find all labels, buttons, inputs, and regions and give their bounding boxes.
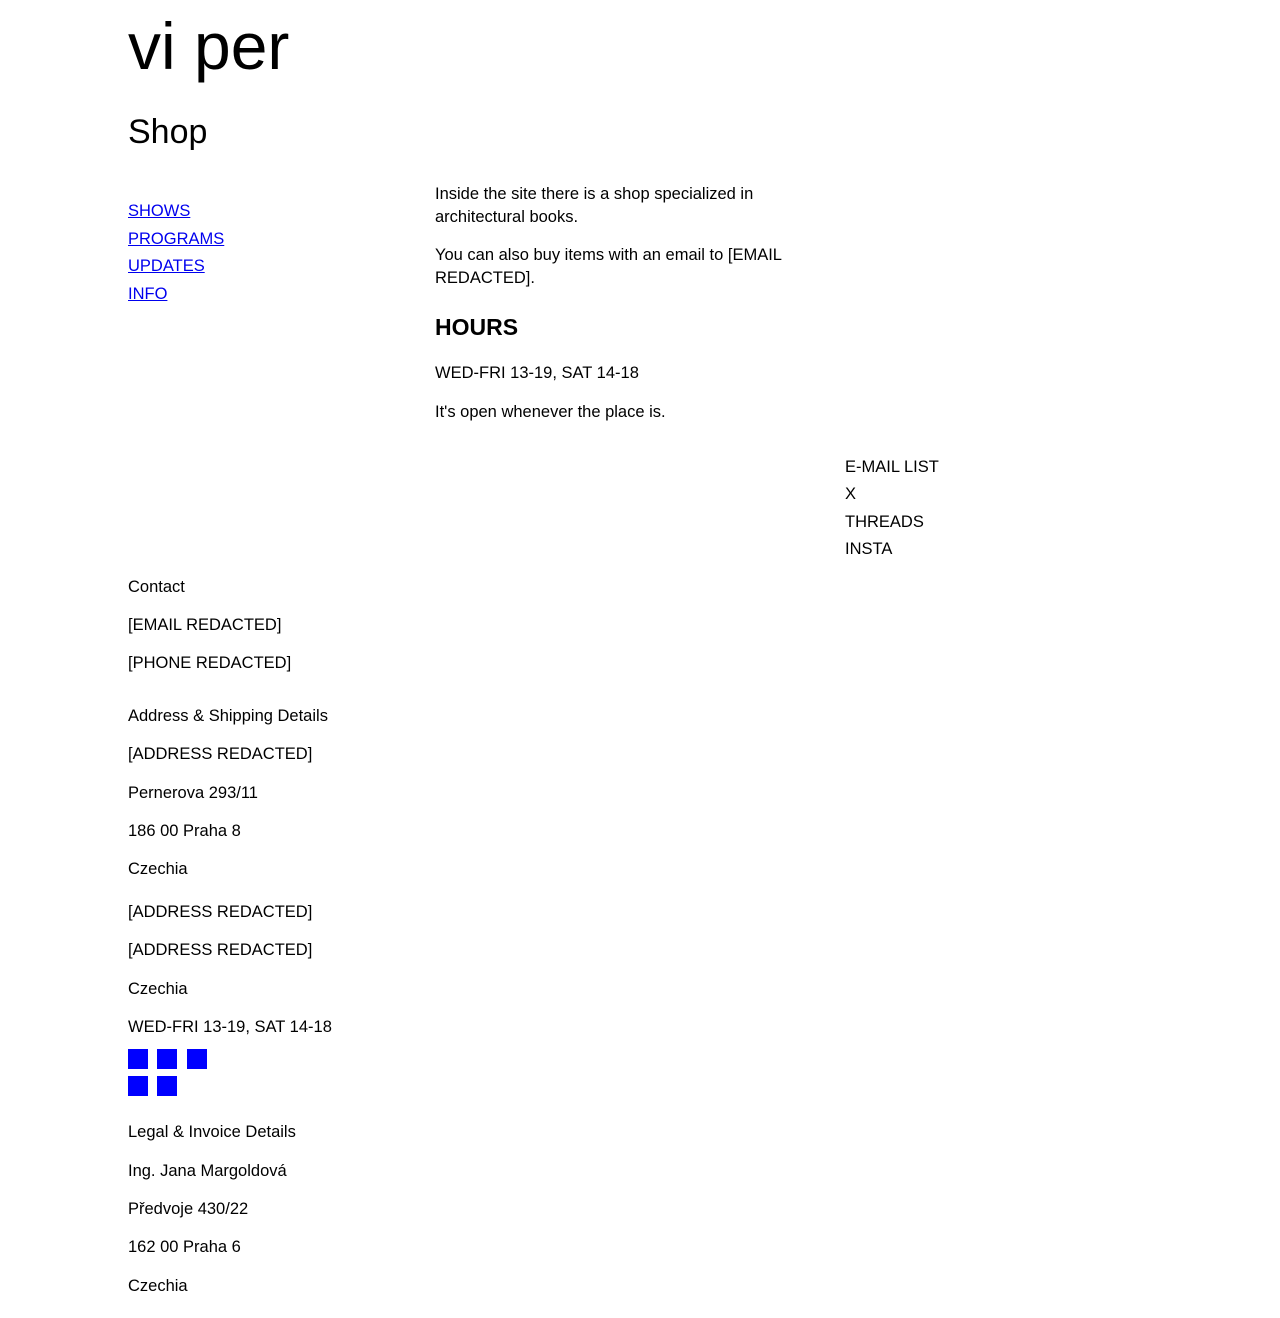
address-line: Pernerova 293/11: [128, 784, 258, 802]
nav-link-programs[interactable]: PROGRAMS: [128, 226, 224, 254]
site-logo[interactable]: vi per: [128, 8, 289, 84]
shop-description: Inside the site there is a shop speciali…: [435, 185, 754, 226]
email-purchase-note: You can also buy items with an email to …: [435, 246, 782, 287]
legal-city: 162 00 Praha 6: [128, 1238, 241, 1256]
blue-square: [187, 1049, 207, 1069]
threads-link[interactable]: THREADS: [845, 509, 939, 536]
address-line: 186 00 Praha 8: [128, 822, 241, 840]
address-line: [ADDRESS REDACTED]: [128, 941, 313, 959]
page-title: Shop: [128, 113, 208, 151]
email-list-link[interactable]: E-MAIL LIST: [845, 454, 939, 481]
insta-link[interactable]: INSTA: [845, 536, 939, 563]
blue-square: [128, 1076, 148, 1096]
legal-name: Ing. Jana Margoldová: [128, 1162, 287, 1180]
nav-link-info[interactable]: INFO: [128, 281, 224, 309]
nav-link-shows[interactable]: SHOWS: [128, 198, 224, 226]
legal-country: Czechia: [128, 1277, 188, 1295]
address-line: [ADDRESS REDACTED]: [128, 745, 313, 763]
nav-link-updates[interactable]: UPDATES: [128, 253, 224, 281]
legal-heading: Legal & Invoice Details: [128, 1123, 296, 1141]
footer-hours: WED-FRI 13-19, SAT 14-18: [128, 1018, 332, 1036]
legal-street: Předvoje 430/22: [128, 1200, 249, 1218]
address-line: [ADDRESS REDACTED]: [128, 903, 313, 921]
blue-square: [157, 1049, 177, 1069]
open-note: It's open whenever the place is.: [435, 403, 666, 421]
blue-square: [128, 1049, 148, 1069]
address-line: Czechia: [128, 980, 188, 998]
social-links: E-MAIL LIST X THREADS INSTA: [845, 454, 939, 563]
address-heading: Address & Shipping Details: [128, 707, 328, 725]
contact-email[interactable]: [EMAIL REDACTED]: [128, 614, 281, 636]
hours-text: WED-FRI 13-19, SAT 14-18: [435, 364, 639, 382]
x-link[interactable]: X: [845, 481, 939, 508]
blue-square: [157, 1076, 177, 1096]
main-nav: SHOWS PROGRAMS UPDATES INFO: [128, 198, 224, 308]
contact-phone[interactable]: [PHONE REDACTED]: [128, 652, 291, 674]
hours-heading: HOURS: [435, 314, 519, 340]
contact-heading: Contact: [128, 578, 185, 596]
address-line: Czechia: [128, 860, 188, 878]
